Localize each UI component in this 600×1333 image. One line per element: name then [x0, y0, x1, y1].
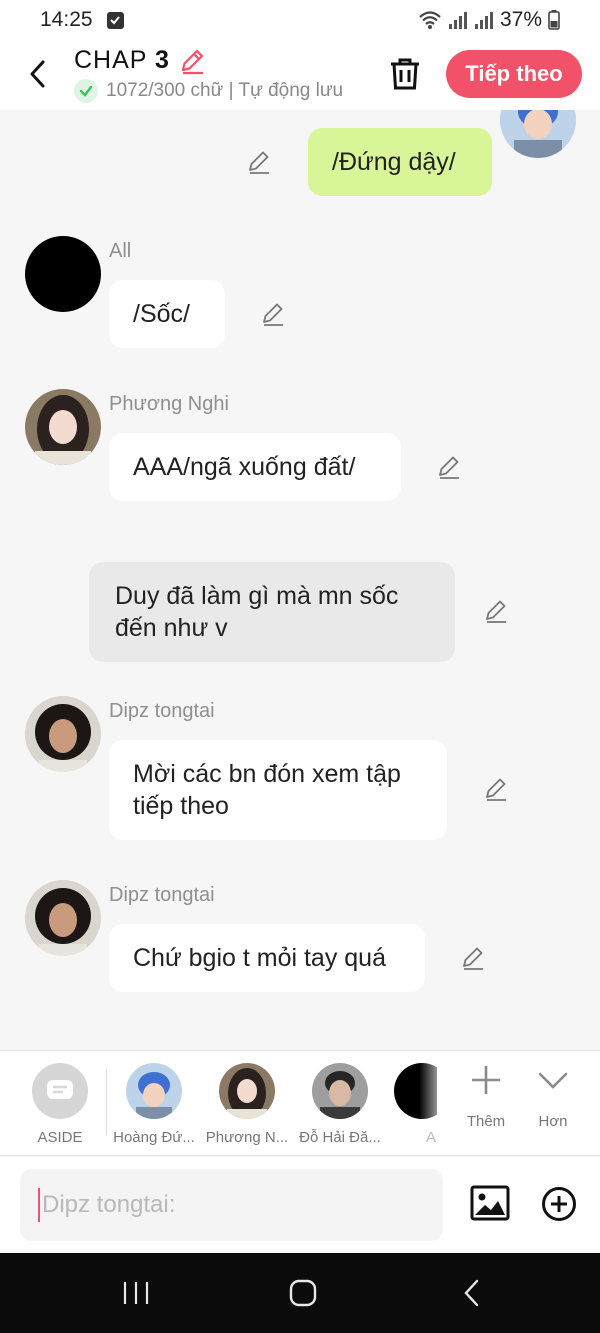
edit-icon[interactable] — [481, 596, 511, 626]
delete-button[interactable] — [386, 54, 424, 94]
avatar — [312, 1063, 368, 1119]
character-label: ASIDE — [37, 1129, 83, 1146]
image-icon — [470, 1185, 510, 1221]
home-button[interactable] — [273, 1273, 333, 1313]
signal-icon — [474, 12, 493, 29]
more-button[interactable]: Hơn — [523, 1063, 583, 1130]
character-item[interactable]: Hoàng Đứ... — [109, 1051, 199, 1157]
recents-button[interactable] — [106, 1273, 166, 1313]
autosave-status: 1072/300 chữ | Tự động lưu — [74, 79, 343, 103]
add-label: Thêm — [466, 1113, 506, 1130]
message-text-line1: Duy đã làm gì mà mn sốc — [115, 582, 399, 610]
text-caret — [38, 1188, 40, 1222]
avatar[interactable] — [500, 110, 576, 158]
sender-name: Dipz tongtai — [109, 884, 215, 906]
plus-circle-icon — [542, 1187, 576, 1221]
back-nav-button[interactable] — [442, 1273, 502, 1313]
system-nav-bar — [0, 1253, 600, 1333]
signal-icon — [448, 12, 467, 29]
character-bar: ASIDE Hoàng Đứ... Phương N... Đỗ Hải Đă.… — [0, 1050, 600, 1156]
avatar — [394, 1063, 437, 1119]
character-aside[interactable]: ASIDE — [15, 1051, 105, 1157]
battery-percent: 37% — [499, 8, 542, 31]
character-label: Phương N... — [205, 1129, 289, 1146]
composer — [0, 1157, 600, 1253]
wifi-icon — [419, 11, 441, 29]
message-text: /Đứng dậy/ — [332, 148, 456, 176]
home-icon — [289, 1279, 317, 1307]
more-label: Hơn — [538, 1113, 568, 1130]
avatar[interactable] — [25, 880, 101, 956]
chat-area[interactable]: /Đứng dậy/ All /Sốc/ Phương Nghi AAA/ngã… — [0, 110, 600, 1050]
character-label: Hoàng Đứ... — [113, 1129, 195, 1146]
message-bubble[interactable]: AAA/ngã xuống đất/ — [109, 433, 401, 501]
next-button[interactable]: Tiếp theo — [446, 50, 582, 98]
chapter-title[interactable]: CHAP 3 — [74, 46, 343, 75]
character-item[interactable]: Phương N... — [202, 1051, 292, 1157]
pencil-icon[interactable] — [178, 47, 206, 75]
message-bubble[interactable]: Mời các bn đón xem tập tiếp theo — [109, 740, 447, 840]
notification-check-icon — [106, 11, 124, 29]
avatar — [219, 1063, 275, 1119]
edit-icon[interactable] — [258, 299, 288, 329]
message-text: AAA/ngã xuống đất/ — [133, 453, 356, 481]
sender-name: Phương Nghi — [109, 393, 229, 415]
edit-icon[interactable] — [244, 147, 274, 177]
insert-image-button[interactable] — [470, 1183, 510, 1223]
status-bar: 14:25 37% — [0, 0, 600, 40]
back-icon — [30, 60, 45, 88]
character-item[interactable]: Đỗ Hải Đă... — [295, 1051, 385, 1157]
aside-bubble[interactable]: Duy đã làm gì mà mn sốc đến như v — [89, 562, 455, 662]
aside-icon — [32, 1063, 88, 1119]
avatar[interactable] — [25, 236, 101, 312]
battery-icon — [548, 10, 560, 30]
message-text-line1: Mời các bn đón xem tập — [133, 760, 401, 788]
back-nav-icon — [464, 1279, 479, 1307]
sender-name: Dipz tongtai — [109, 700, 215, 722]
divider — [106, 1069, 107, 1135]
editor-header: CHAP 3 1072/300 chữ | Tự động lưu Tiếp t… — [0, 40, 600, 110]
edit-icon[interactable] — [434, 452, 464, 482]
sender-name: All — [109, 240, 132, 262]
chapter-number: 3 — [154, 46, 170, 74]
character-label: A — [425, 1129, 436, 1146]
more-actions-button[interactable] — [540, 1185, 578, 1223]
chevron-down-icon — [538, 1072, 568, 1089]
character-item[interactable]: A — [389, 1051, 437, 1157]
trash-icon — [391, 58, 419, 90]
message-input-box[interactable] — [20, 1169, 443, 1241]
back-button[interactable] — [18, 52, 58, 96]
word-count-text: 1072/300 chữ | Tự động lưu — [106, 80, 344, 101]
chapter-title-text: CHAP — [74, 46, 148, 74]
message-text-line2: tiếp theo — [133, 792, 229, 820]
add-character-button[interactable]: Thêm — [456, 1063, 516, 1130]
message-bubble[interactable]: /Đứng dậy/ — [308, 128, 492, 196]
character-label: Đỗ Hải Đă... — [299, 1129, 381, 1146]
edit-icon[interactable] — [458, 943, 488, 973]
message-input[interactable] — [42, 1191, 422, 1219]
avatar[interactable] — [25, 389, 101, 465]
message-bubble[interactable]: Chứ bgio t mỏi tay quá — [109, 924, 425, 992]
status-time: 14:25 — [40, 8, 93, 31]
avatar[interactable] — [25, 696, 101, 772]
recents-icon — [123, 1282, 149, 1304]
message-text-line2: đến như v — [115, 614, 228, 642]
chapter-title-group: CHAP 3 1072/300 chữ | Tự động lưu — [74, 46, 343, 103]
check-icon — [74, 79, 98, 103]
message-bubble[interactable]: /Sốc/ — [109, 280, 225, 348]
message-text: Chứ bgio t mỏi tay quá — [133, 944, 386, 972]
plus-icon — [472, 1066, 500, 1094]
message-text: /Sốc/ — [133, 300, 190, 328]
edit-icon[interactable] — [481, 774, 511, 804]
avatar — [126, 1063, 182, 1119]
